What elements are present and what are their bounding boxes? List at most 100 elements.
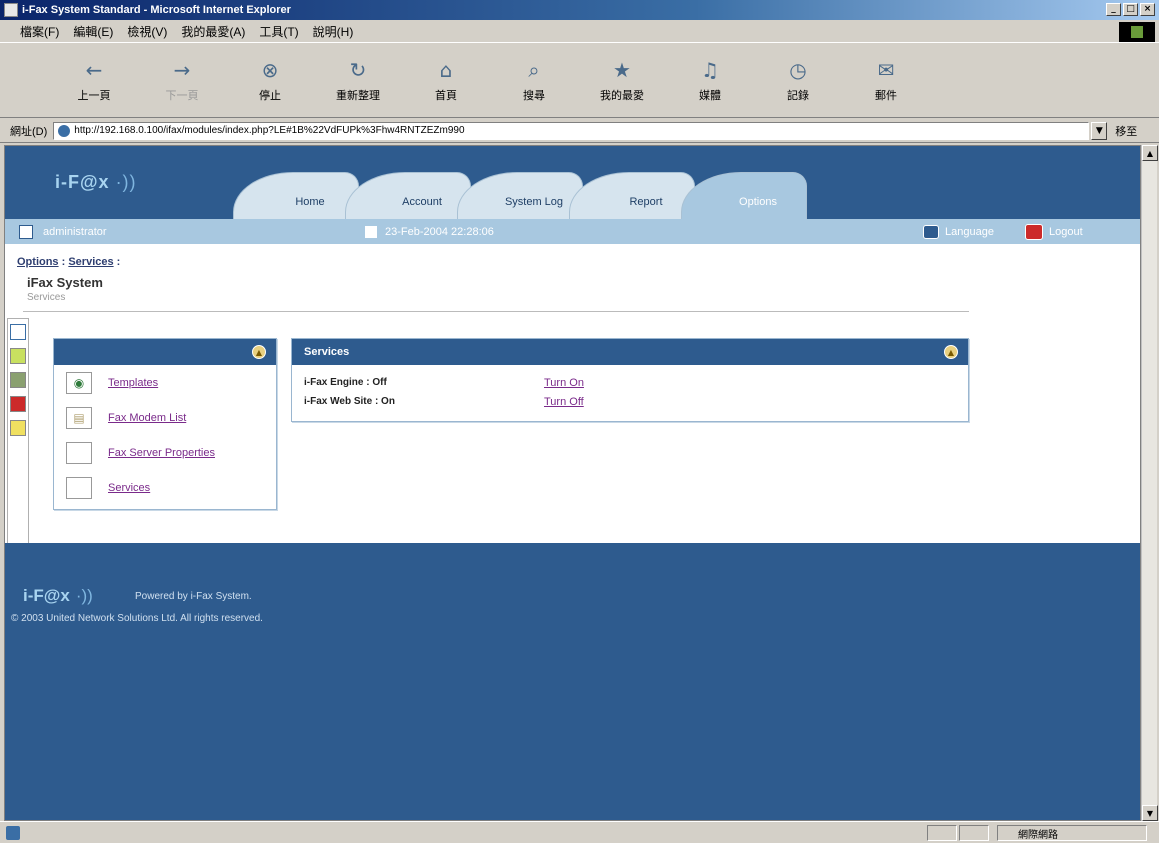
address-url: http://192.168.0.100/ifax/modules/index.… — [74, 125, 465, 136]
tab-account[interactable]: Account — [345, 172, 471, 219]
footer-logo: i-F@x ·)) — [23, 586, 93, 605]
services-panel-title: Services — [304, 346, 350, 358]
turn-on-link[interactable]: Turn On — [544, 377, 584, 389]
refresh-shortcut-icon[interactable] — [10, 348, 26, 364]
language-link[interactable]: Language — [945, 226, 1015, 238]
forward-button[interactable]: → 下一頁 — [138, 50, 226, 110]
menu-bar: 檔案(F) 編輯(E) 檢視(V) 我的最愛(A) 工具(T) 說明(H) — [0, 20, 1159, 42]
maximize-button[interactable]: □ — [1123, 3, 1138, 16]
refresh-button[interactable]: ↻ 重新整理 — [314, 50, 402, 110]
options-menu-header: ▲ — [54, 339, 276, 365]
breadcrumb-services[interactable]: Services — [68, 256, 113, 268]
logout-icon[interactable] — [1025, 223, 1043, 240]
breadcrumb: Options : Services : — [17, 256, 121, 268]
logout-link[interactable]: Logout — [1049, 226, 1083, 238]
home-icon: ⌂ — [439, 58, 453, 82]
page-viewport: i-F@x ·)) Home Account System Log Report … — [4, 145, 1141, 821]
search-icon: ⌕ — [528, 58, 540, 82]
scroll-up-button[interactable]: ▲ — [1142, 145, 1158, 161]
vertical-scrollbar[interactable]: ▲ ▼ — [1141, 145, 1158, 821]
forward-icon: → — [173, 58, 191, 82]
side-icon-strip — [7, 318, 29, 546]
language-icon[interactable] — [923, 224, 939, 239]
divider — [23, 311, 969, 312]
page-subtitle: Services — [27, 292, 66, 303]
app-header: i-F@x ·)) Home Account System Log Report … — [5, 146, 1140, 219]
server-properties-icon — [66, 441, 92, 464]
window-controls: _ □ × — [1106, 3, 1155, 16]
favorites-icon: ★ — [613, 58, 631, 82]
collapse-icon[interactable]: ▲ — [252, 345, 266, 359]
page-footer: i-F@x ·)) Powered by i-Fax System. © 2003… — [5, 543, 1140, 820]
tab-system-log[interactable]: System Log — [457, 172, 583, 219]
stop-button[interactable]: ⊗ 停止 — [226, 50, 314, 110]
mail-icon: ✉ — [877, 58, 895, 82]
tools-shortcut-icon[interactable] — [10, 372, 26, 388]
stop-icon: ⊗ — [261, 58, 279, 82]
stop-shortcut-icon[interactable] — [10, 396, 26, 412]
services-panel: Services ▲ i-Fax Engine : Off Turn On i-… — [291, 338, 969, 422]
menu-file[interactable]: 檔案(F) — [20, 23, 59, 40]
current-date: 23-Feb-2004 22:28:06 — [385, 225, 494, 238]
powered-by-text: Powered by i-Fax System. — [135, 591, 252, 602]
copyright-text: © 2003 United Network Solutions Ltd. All… — [11, 613, 263, 624]
menu-edit[interactable]: 編輯(E) — [73, 23, 113, 40]
address-dropdown-button[interactable]: ▼ — [1091, 121, 1108, 140]
search-button[interactable]: ⌕ 搜尋 — [490, 50, 578, 110]
history-button[interactable]: ◷ 記錄 — [754, 50, 842, 110]
address-input[interactable]: http://192.168.0.100/ifax/modules/index.… — [53, 121, 1090, 140]
status-bar: 網際網路 — [0, 821, 1159, 843]
page-icon — [58, 124, 71, 137]
menu-tools[interactable]: 工具(T) — [259, 23, 298, 40]
calendar-icon — [365, 225, 377, 238]
menu-favorites[interactable]: 我的最愛(A) — [181, 23, 245, 40]
ifax-logo: i-F@x ·)) — [55, 172, 137, 192]
refresh-icon: ↻ — [349, 58, 367, 82]
service-row-engine: i-Fax Engine : Off Turn On — [304, 376, 584, 389]
media-button[interactable]: ♫ 媒體 — [666, 50, 754, 110]
status-cells — [927, 825, 989, 841]
address-label: 網址(D) — [10, 125, 48, 138]
scroll-down-button[interactable]: ▼ — [1142, 805, 1158, 821]
back-button[interactable]: ← 上一頁 — [50, 50, 138, 110]
media-icon: ♫ — [701, 58, 719, 82]
minimize-button[interactable]: _ — [1106, 3, 1121, 16]
tab-home[interactable]: Home — [233, 172, 359, 219]
page-title: iFax System — [27, 275, 103, 290]
home-shortcut-icon[interactable] — [10, 324, 26, 340]
service-row-website: i-Fax Web Site : On Turn Off — [304, 395, 584, 408]
main-tabs: Home Account System Log Report Options — [233, 172, 807, 219]
services-panel-header: Services ▲ — [292, 339, 968, 365]
breadcrumb-options[interactable]: Options — [17, 256, 59, 268]
favorites-button[interactable]: ★ 我的最愛 — [578, 50, 666, 110]
menu-help[interactable]: 說明(H) — [313, 23, 354, 40]
fax-modem-icon: ▤ — [66, 406, 92, 429]
services-icon — [66, 476, 92, 499]
home-button[interactable]: ⌂ 首頁 — [402, 50, 490, 110]
templates-icon: ◉ — [66, 371, 92, 394]
title-bar: i-Fax System Standard - Microsoft Intern… — [0, 0, 1159, 20]
address-bar: 網址(D) http://192.168.0.100/ifax/modules/… — [0, 119, 1159, 143]
menu-item-fax-server-properties[interactable]: Fax Server Properties — [54, 435, 276, 470]
tab-options[interactable]: Options — [681, 172, 807, 219]
mail-button[interactable]: ✉ 郵件 — [842, 50, 930, 110]
notes-shortcut-icon[interactable] — [10, 420, 26, 436]
close-button[interactable]: × — [1140, 3, 1155, 16]
menu-item-fax-modem-list[interactable]: ▤ Fax Modem List — [54, 400, 276, 435]
ie-icon — [4, 3, 18, 17]
options-menu-panel: ▲ ◉ Templates ▤ Fax Modem List Fax Serve… — [53, 338, 277, 510]
menu-view[interactable]: 檢視(V) — [127, 23, 167, 40]
history-icon: ◷ — [789, 58, 807, 82]
menu-item-templates[interactable]: ◉ Templates — [54, 365, 276, 400]
turn-off-link[interactable]: Turn Off — [544, 396, 584, 408]
back-icon: ← — [85, 58, 103, 82]
go-button[interactable]: 移至 — [1115, 123, 1137, 139]
internet-zone: 網際網路 — [997, 825, 1147, 841]
window-title: i-Fax System Standard - Microsoft Intern… — [22, 4, 291, 16]
collapse-icon[interactable]: ▲ — [944, 345, 958, 359]
menu-item-services[interactable]: Services — [54, 470, 276, 505]
tab-report[interactable]: Report — [569, 172, 695, 219]
current-user: administrator — [43, 225, 107, 238]
browser-window: i-Fax System Standard - Microsoft Intern… — [0, 0, 1159, 843]
windows-logo-icon — [1119, 22, 1155, 42]
